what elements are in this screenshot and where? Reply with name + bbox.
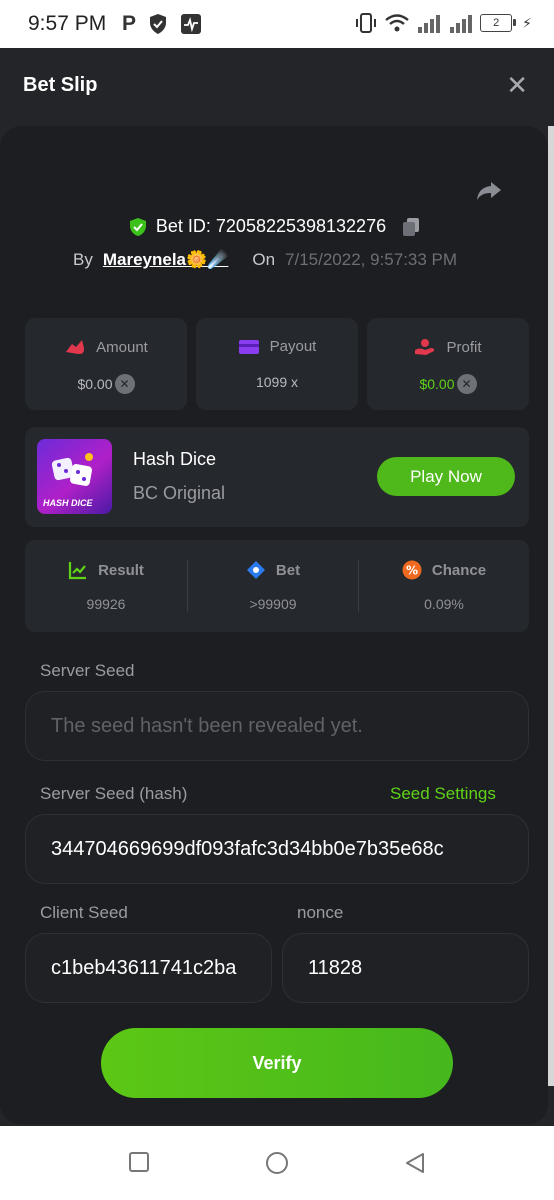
client-seed-field[interactable]: c1beb43611741c2ba: [25, 933, 272, 1003]
coin-icon: ✕: [456, 374, 477, 394]
result-card: Result 99926 Bet >99909 % Chance 0.09%: [25, 540, 529, 632]
payout-value: 1099 x: [255, 374, 299, 390]
profit-hand-icon: [415, 339, 435, 355]
recent-apps-icon[interactable]: [128, 1151, 150, 1173]
server-seed-hash-field[interactable]: 344704669699df093fafc3d34bb0e7b35e68c: [25, 814, 529, 884]
profit-card: Profit $0.00 ✕: [367, 318, 529, 410]
server-seed-field[interactable]: The seed hasn't been revealed yet.: [25, 691, 529, 761]
payout-card-icon: [238, 339, 259, 354]
result-label: Result: [98, 561, 144, 579]
amount-label: Amount: [96, 338, 148, 356]
home-icon[interactable]: [265, 1151, 289, 1175]
bet-label: Bet: [275, 561, 301, 579]
status-right-icons: 2 ⚡: [354, 12, 532, 34]
amount-value: $0.00: [77, 376, 113, 392]
username-link[interactable]: Mareynela🌼☄️: [103, 250, 229, 270]
chance-column: % Chance 0.09%: [359, 540, 529, 632]
bet-value: >99909: [249, 596, 297, 612]
system-nav-bar: [0, 1126, 554, 1200]
chance-value: 0.09%: [424, 596, 464, 612]
share-icon[interactable]: [474, 176, 504, 206]
vibrate-icon: [356, 13, 377, 33]
game-subtitle: BC Original: [133, 483, 226, 503]
seed-settings-link[interactable]: Seed Settings: [390, 784, 496, 804]
signal-icon: [418, 15, 441, 33]
shield-icon: [150, 14, 167, 34]
percent-icon: %: [402, 560, 422, 580]
bet-id: Bet ID: 72058225398132276: [155, 216, 387, 236]
by-label: By: [73, 250, 93, 269]
nonce-label: nonce: [297, 903, 344, 922]
wifi-icon: [385, 14, 409, 32]
copy-icon[interactable]: [402, 217, 420, 237]
parking-icon: P: [122, 12, 137, 35]
charging-icon: ⚡: [522, 14, 532, 31]
client-seed-label: Client Seed: [40, 903, 128, 922]
game-thumbnail-text: HASH DICE: [43, 498, 93, 508]
bet-id-row: Bet ID: 72058225398132276: [0, 216, 548, 237]
game-card: HASH DICE Hash Dice BC Original Play Now: [25, 427, 529, 527]
signal-icon: [450, 15, 473, 33]
status-left-icons: P: [122, 12, 202, 36]
on-label: On: [252, 250, 276, 269]
svg-text:%: %: [406, 564, 418, 578]
bet-slip-header: Bet Slip ✕: [0, 48, 554, 126]
result-column: Result 99926: [25, 540, 187, 632]
page-title: Bet Slip: [23, 74, 98, 96]
scrollbar-track[interactable]: [548, 126, 554, 1086]
verified-shield-icon: [129, 217, 146, 236]
chance-label: Chance: [431, 561, 487, 579]
back-icon[interactable]: [403, 1151, 427, 1175]
pulse-icon: [181, 14, 202, 34]
bet-author-row: By Mareynela🌼☄️ On 7/15/2022, 9:57:33 PM: [73, 250, 457, 270]
payout-label: Payout: [269, 338, 317, 355]
server-seed-hash-label: Server Seed (hash): [40, 784, 188, 803]
result-value: 99926: [86, 596, 126, 612]
dice-icon: [51, 453, 93, 486]
status-bar: 9:57 PM P 2 ⚡: [0, 0, 554, 48]
play-now-button[interactable]: Play Now: [377, 457, 515, 496]
verify-button[interactable]: Verify: [101, 1028, 453, 1098]
game-name: Hash Dice: [133, 449, 217, 469]
server-seed-label: Server Seed: [40, 661, 135, 680]
battery-icon: 2: [480, 14, 517, 32]
result-chart-icon: [68, 562, 87, 580]
bet-column: Bet >99909: [188, 540, 358, 632]
close-icon[interactable]: ✕: [506, 72, 528, 98]
status-time: 9:57 PM: [28, 12, 107, 35]
amount-card: Amount $0.00 ✕: [25, 318, 187, 410]
bet-date: 7/15/2022, 9:57:33 PM: [285, 250, 458, 269]
payout-card: Payout 1099 x: [196, 318, 358, 410]
bet-amount-icon: [66, 340, 85, 354]
profit-label: Profit: [446, 338, 482, 356]
bet-slip-panel: Bet ID: 72058225398132276 By Mareynela🌼☄…: [0, 126, 548, 1124]
bet-target-icon: [246, 561, 265, 579]
nonce-field[interactable]: 11828: [282, 933, 529, 1003]
coin-icon: ✕: [114, 374, 135, 394]
profit-value: $0.00: [419, 376, 455, 392]
game-thumbnail[interactable]: HASH DICE: [37, 439, 112, 514]
